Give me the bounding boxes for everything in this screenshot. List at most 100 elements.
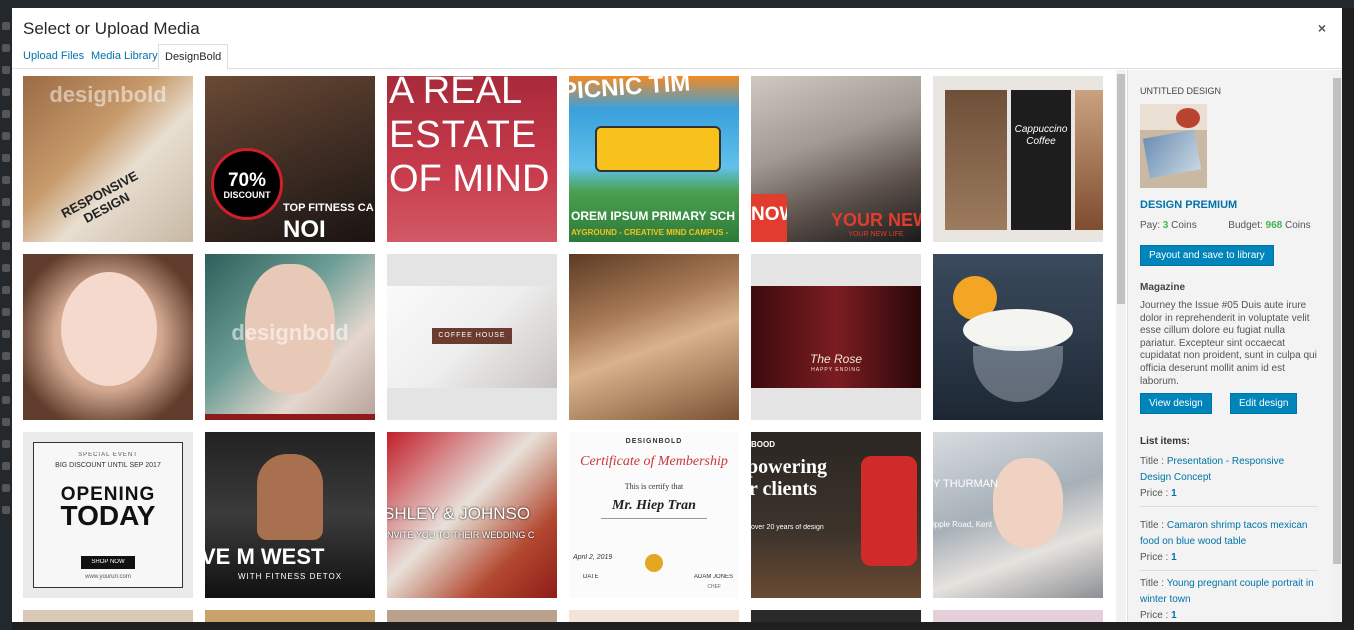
thumbnail-caption-2: NVITE YOU TO THEIR WEDDING C [387,530,535,540]
thumbnail-top: PICNIC TIM [569,76,692,106]
design-thumbnail[interactable]: COFFEE HOUSE [387,254,557,420]
thumbnail-line-3: OF MIND [389,158,550,200]
design-thumbnail[interactable]: BOOD powering r clients over 20 years of… [751,432,921,598]
thumbnail-caption-2: ipple Road, Kent [933,520,993,529]
design-description: Journey the Issue #05 Duis aute irure do… [1140,300,1317,387]
thumbnail-caption: OREM IPSUM PRIMARY SCH [571,209,736,223]
design-thumbnail[interactable] [569,254,739,420]
design-thumbnail[interactable]: SPECIAL EVENT BIG DISCOUNT UNTIL SEP 201… [23,432,193,598]
list-item: Title : Young pregnant couple portrait i… [1140,576,1318,622]
glass [973,346,1063,402]
design-thumbnail[interactable]: DESIGNBOLD Certificate of Membership Thi… [569,432,739,598]
certificate-signer: ADAM JONES [693,574,733,580]
design-thumbnail[interactable]: Y THURMAN ipple Road, Kent [933,432,1103,598]
thumbnail-caption-2: AYGROUND - CREATIVE MIND CAMPUS - [571,228,729,237]
sidebar-scrollbar[interactable] [1332,70,1342,622]
thumbnail-caption: RESPONSIVE DESIGN [58,167,141,226]
design-heading: UNTITLED DESIGN [1140,86,1222,96]
pay-budget-line: Pay: 3 Coins Budget: 968 Coins [1140,220,1311,231]
certificate-name: Mr. Hiep Tran [612,498,696,513]
design-thumbnail[interactable]: designbold RESPONSIVE DESIGN [23,76,193,242]
design-thumbnail[interactable] [933,254,1103,420]
thumbnail-caption: SHLEY & JOHNSO [387,504,531,523]
design-thumbnail[interactable] [933,610,1103,622]
media-tabs: Upload Files Media Library DesignBold [12,44,1342,70]
design-thumbnail[interactable] [23,254,193,420]
certificate-title: Certificate of Membership [580,454,728,469]
watermark: designbold [231,320,349,345]
design-thumbnail[interactable]: NOW YOUR NEW YOUR NEW LIFE [751,76,921,242]
athlete [257,454,323,540]
tab-upload-files[interactable]: Upload Files [17,49,90,69]
design-thumbnail[interactable] [751,610,921,622]
tab-designbold[interactable]: DesignBold [158,44,229,70]
budget-unit: Coins [1285,220,1311,231]
portrait-face [61,272,157,386]
item-price: 1 [1171,552,1177,563]
accent-strip [205,414,375,420]
thumbnail-line-2: r clients [751,478,817,500]
thumbnail-body: over 20 years of design [751,524,824,531]
thumbnail-url: www.yoururl.com [85,574,131,580]
thumbnail-button: SHOP NOW [91,559,125,565]
item-price: 1 [1171,488,1177,499]
thumbnail-caption: Cappuccino Coffee [1014,124,1068,147]
brand: BOOD [751,440,775,449]
portrait-face [993,458,1063,548]
thumbnail-caption: YOUR NEW [831,210,921,230]
list-items-heading: List items: [1140,436,1191,447]
thumbnail-small-2: BIG DISCOUNT UNTIL SEP 2017 [55,462,161,469]
close-icon[interactable]: × [1314,20,1330,36]
design-thumbnail[interactable]: designbold [205,254,375,420]
list-item: Title : Camaron shrimp tacos mexican foo… [1140,518,1318,571]
thumbnail-caption: COFFEE HOUSE [438,332,506,339]
thumbnail-line-2: TODAY [60,500,156,531]
thumbnail-caption: Y THURMAN [933,478,998,490]
certificate-signer-role: CHEF [707,584,721,590]
design-thumbnail[interactable] [23,610,193,622]
badge: NOW [751,204,787,225]
thumbnail-caption: The Rose [809,352,863,366]
design-thumbnail[interactable]: VE M WEST WITH FITNESS DETOX [205,432,375,598]
dark-panel [1011,90,1071,230]
seal-icon [645,554,663,572]
badge-label: DISCOUNT [223,190,271,200]
payout-save-button[interactable]: Payout and save to library [1140,245,1274,266]
design-thumbnail[interactable] [387,610,557,622]
design-thumbnail[interactable]: The Rose HAPPY ENDING [751,254,921,420]
budget-value: 968 [1265,220,1283,231]
design-premium-label: DESIGN PREMIUM [1140,199,1238,211]
thumbnail-caption-2: NOI [283,216,326,242]
design-thumbnail[interactable]: Cappuccino Coffee [933,76,1103,242]
modal-title: Select or Upload Media [23,19,200,38]
tab-media-library[interactable]: Media Library [85,49,164,69]
pay-label: Pay: [1140,220,1161,231]
pay-value: 3 [1162,220,1169,231]
edit-design-button[interactable]: Edit design [1230,393,1298,414]
item-title-link[interactable]: Camaron shrimp tacos mexican food on blu… [1140,520,1307,547]
certificate-line: This is certify that [624,482,684,491]
design-grid: designbold RESPONSIVE DESIGN 70% DISCOUN… [12,70,1126,622]
grid-scrollbar[interactable] [1116,70,1126,622]
item-title-link[interactable]: Young pregnant couple portrait in winter… [1140,578,1314,605]
view-design-button[interactable]: View design [1140,393,1212,414]
design-thumbnail[interactable] [205,610,375,622]
grid-scrollbar-thumb[interactable] [1117,74,1125,304]
thumbnail-small: SPECIAL EVENT [78,452,138,458]
admin-toolbar-background [0,0,1354,8]
design-thumbnail[interactable] [569,610,739,622]
design-thumbnail[interactable]: SHLEY & JOHNSO NVITE YOU TO THEIR WEDDIN… [387,432,557,598]
list-item: Title : Presentation - Responsive Design… [1140,454,1318,507]
design-thumbnail[interactable]: PICNIC TIM OREM IPSUM PRIMARY SCH AYGROU… [569,76,739,242]
sidebar-scrollbar-thumb[interactable] [1333,78,1341,564]
thumbnail-line-1: A REAL [389,76,523,112]
design-thumbnail[interactable]: A REAL ESTATE OF MIND [387,76,557,242]
certificate-brand: DESIGNBOLD [625,438,683,445]
design-thumbnail[interactable]: 70% DISCOUNT TOP FITNESS CA NOI [205,76,375,242]
certificate-date-label: DATE [583,574,599,580]
price-label: Price : [1140,488,1169,499]
price-label: Price : [1140,552,1169,563]
character-illustration [861,456,917,566]
bus-illustration [595,126,721,172]
budget-label: Budget: [1228,220,1263,231]
